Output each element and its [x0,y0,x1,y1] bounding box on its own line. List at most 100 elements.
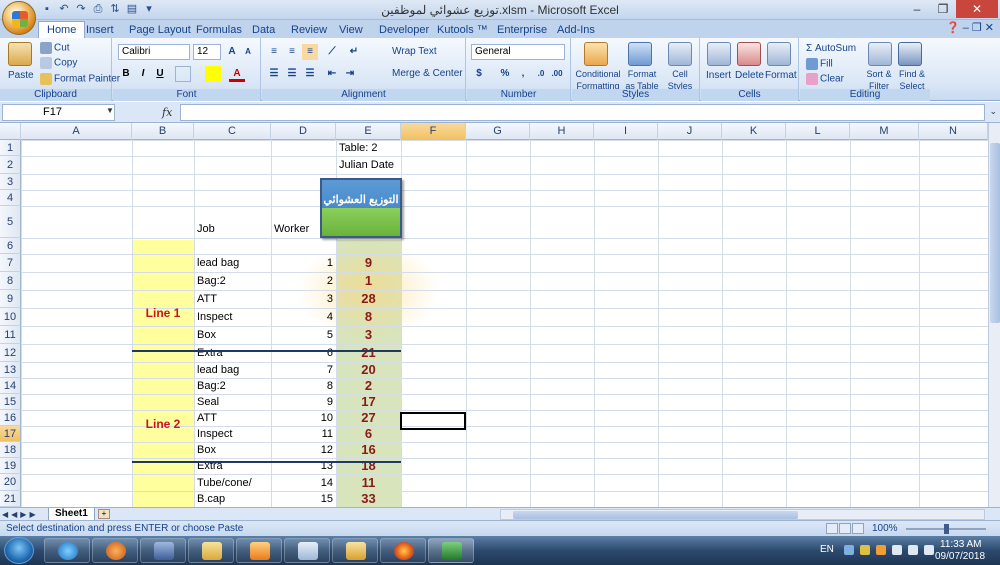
align-top-icon[interactable]: ≡ [266,44,282,60]
format-button[interactable]: Format [765,70,797,82]
expand-formula-bar-icon[interactable]: ⌄ [989,106,997,117]
currency-button[interactable]: $ [471,66,487,82]
column-header[interactable]: B [132,123,194,140]
volume-icon[interactable] [924,545,934,555]
shrink-font-button[interactable]: A [240,44,256,60]
align-bottom-icon[interactable]: ≡ [302,44,318,60]
row-header[interactable]: 4 [0,190,21,206]
insert-function-button[interactable]: fx [162,106,172,119]
close-icon[interactable]: ✕ [956,0,998,18]
zoom-level[interactable]: 100% [872,523,898,534]
row-header[interactable]: 21 [0,491,21,507]
cell-grid[interactable]: Table: 2 Julian Date Job Worker lead bag 1 9 Ba… [21,140,989,507]
row-header[interactable]: 19 [0,458,21,474]
row-header[interactable]: 1 [0,140,21,156]
column-header[interactable]: H [530,123,594,140]
tab-home[interactable]: Home [38,21,86,39]
row-header[interactable]: 15 [0,394,21,410]
flag-icon[interactable] [892,545,902,555]
wrap-text-button[interactable]: Wrap Text [392,46,437,58]
bold-button[interactable]: B [118,66,134,82]
increase-decimal-icon[interactable]: .0 [533,66,549,82]
formula-input[interactable] [180,104,985,121]
merge-center-button[interactable]: Merge & Center [392,68,463,80]
number-format-box[interactable]: General [471,44,565,60]
insert-cells-icon[interactable] [707,42,731,66]
conditional-formatting-icon[interactable] [584,42,608,66]
row-header[interactable]: 16 [0,410,21,426]
row-header[interactable]: 6 [0,238,21,254]
fill-button[interactable]: Fill [806,58,833,71]
comma-button[interactable]: , [515,66,531,82]
row-header[interactable]: 17 [0,426,21,442]
row-header[interactable]: 8 [0,272,21,290]
help-icon[interactable]: ❓ – ❐ ✕ [946,21,994,34]
maximize-icon[interactable]: ❐ [930,0,956,18]
align-left-icon[interactable]: ☰ [266,66,282,82]
insert-button[interactable]: Insert [706,70,731,82]
taskbar-media[interactable] [236,538,282,563]
cell-styles-icon[interactable] [668,42,692,66]
start-button[interactable] [4,537,34,564]
fill-color-button[interactable] [205,66,221,82]
column-header[interactable]: G [466,123,530,140]
normal-view-icon[interactable] [826,523,838,534]
column-header[interactable]: C [194,123,271,140]
font-size-box[interactable]: 12 [193,44,221,60]
column-header[interactable]: D [271,123,336,140]
tab-view[interactable]: View [339,22,363,38]
column-header[interactable]: E [336,123,401,140]
align-right-icon[interactable]: ☰ [302,66,318,82]
align-center-icon[interactable]: ☰ [284,66,300,82]
tab-insert[interactable]: Insert [86,22,114,38]
row-header[interactable]: 12 [0,344,21,362]
row-header[interactable]: 11 [0,326,21,344]
column-header[interactable]: N [919,123,988,140]
row-header[interactable]: 5 [0,206,21,238]
wrap-icon[interactable]: ↵ [346,44,362,60]
minimize-icon[interactable]: – [904,0,930,18]
column-header[interactable]: A [21,123,132,140]
borders-button[interactable] [175,66,191,82]
tray-app-icon[interactable] [860,545,870,555]
taskbar-firefox[interactable] [380,538,426,563]
column-header[interactable]: L [786,123,850,140]
clock-date[interactable]: 09/07/2018 [935,551,985,562]
decrease-indent-icon[interactable]: ⇤ [324,66,340,82]
taskbar-excel[interactable] [428,538,474,563]
italic-button[interactable]: I [135,66,151,82]
copy-button[interactable]: Copy [40,57,77,70]
row-header[interactable]: 3 [0,174,21,190]
taskbar-explorer[interactable] [188,538,234,563]
font-color-button[interactable]: A [229,66,245,82]
tab-review[interactable]: Review [291,22,327,38]
column-header[interactable]: J [658,123,722,140]
taskbar-app-3[interactable] [140,538,186,563]
grow-font-button[interactable]: A [224,44,240,60]
row-header[interactable]: 2 [0,156,21,174]
vertical-scroll-thumb[interactable] [990,143,1000,323]
format-cells-icon[interactable] [767,42,791,66]
decrease-decimal-icon[interactable]: .00 [549,66,565,82]
orientation-icon[interactable]: ⟋ [324,44,340,60]
increase-indent-icon[interactable]: ⇥ [342,66,358,82]
paste-button[interactable]: Paste [8,70,34,82]
page-break-view-icon[interactable] [852,523,864,534]
horizontal-scrollbar[interactable] [500,509,985,520]
tab-data[interactable]: Data [252,22,275,38]
underline-button[interactable]: U [152,66,168,82]
format-painter-button[interactable]: Format Painter [40,73,120,86]
delete-cells-icon[interactable] [737,42,761,66]
tab-kutools[interactable]: Kutools ™ [437,22,488,38]
clear-button[interactable]: Clear [806,73,844,86]
paste-icon[interactable] [8,42,32,66]
tray-app-icon[interactable] [844,545,854,555]
row-header[interactable]: 18 [0,442,21,458]
percent-button[interactable]: % [497,66,513,82]
taskbar-outlook[interactable] [332,538,378,563]
tab-page-layout[interactable]: Page Layout [129,22,191,38]
row-header[interactable]: 20 [0,474,21,491]
align-middle-icon[interactable]: ≡ [284,44,300,60]
horizontal-scroll-thumb[interactable] [513,511,798,519]
row-header[interactable]: 13 [0,362,21,378]
